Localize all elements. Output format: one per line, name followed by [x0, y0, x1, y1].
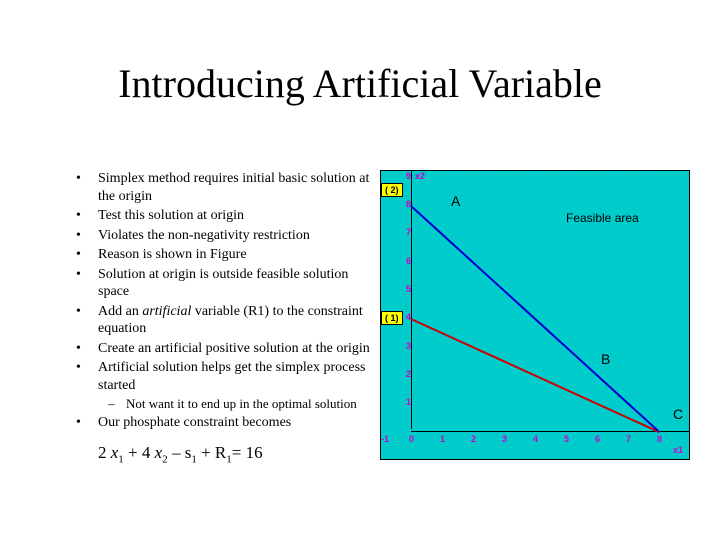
point-B-label: B — [601, 351, 610, 367]
bullet-item: Our phosphate constraint becomes — [70, 414, 370, 432]
x-axis-label: x1 — [673, 445, 683, 455]
bullet-text: Violates the non-negativity restriction — [98, 228, 310, 243]
y-tick: 2 — [401, 369, 411, 379]
point-C-label: C — [673, 406, 683, 422]
eq-part: – s — [168, 443, 192, 462]
bullet-item: Solution at origin is outside feasible s… — [70, 266, 370, 301]
y-tick: 8 — [401, 199, 411, 209]
y-axis — [411, 171, 412, 429]
constraint-line-2 — [410, 205, 659, 432]
feasible-area-label: Feasible area — [566, 211, 639, 225]
bullet-item: Add an artificial variable (R1) to the c… — [70, 303, 370, 338]
bullet-item: Artificial solution helps get the simple… — [70, 359, 370, 412]
bullet-text: Solution at origin is outside feasible s… — [98, 267, 348, 300]
x-tick: 2 — [471, 434, 476, 444]
slide: Introducing Artificial Variable Simplex … — [0, 0, 720, 540]
y-tick: 1 — [401, 397, 411, 407]
bullet-text-emph: artificial — [142, 304, 191, 319]
constraint-1-label: ( 1) — [381, 311, 403, 325]
point-A-label: A — [451, 193, 460, 209]
x-tick: 6 — [595, 434, 600, 444]
bullet-text: Simplex method requires initial basic so… — [98, 171, 369, 204]
y-tick: 3 — [401, 341, 411, 351]
x-tick: 7 — [626, 434, 631, 444]
y-tick: 9 — [401, 171, 411, 181]
bullet-text: Create an artificial positive solution a… — [98, 341, 370, 356]
constraint-2-label: ( 2) — [381, 183, 403, 197]
y-axis-label: x2 — [415, 171, 425, 181]
eq-part: + 4 — [124, 443, 155, 462]
bullet-text: Artificial solution helps get the simple… — [98, 360, 366, 393]
x-axis — [411, 431, 689, 432]
body-row: Simplex method requires initial basic so… — [70, 170, 690, 467]
y-tick: 7 — [401, 227, 411, 237]
x-tick: -1 — [381, 434, 389, 444]
y-tick: 4 — [401, 312, 411, 322]
bullet-item: Create an artificial positive solution a… — [70, 340, 370, 358]
x-tick: 8 — [657, 434, 662, 444]
bullet-text: Reason is shown in Figure — [98, 247, 247, 262]
equation: 2 x1 + 4 x2 – s1 + R1= 16 — [70, 442, 370, 467]
bullet-item: Simplex method requires initial basic so… — [70, 170, 370, 205]
bullet-text: Test this solution at origin — [98, 208, 244, 223]
text-column: Simplex method requires initial basic so… — [70, 170, 370, 467]
slide-title: Introducing Artificial Variable — [0, 60, 720, 107]
bullet-text: Our phosphate constraint becomes — [98, 415, 291, 430]
constraint-line-1 — [411, 318, 660, 433]
bullet-list: Simplex method requires initial basic so… — [70, 170, 370, 432]
sub-bullet-item: Not want it to end up in the optimal sol… — [98, 396, 370, 412]
y-tick: 6 — [401, 256, 411, 266]
x-tick: 3 — [502, 434, 507, 444]
y-tick: 5 — [401, 284, 411, 294]
eq-part: + R — [197, 443, 226, 462]
bullet-item: Test this solution at origin — [70, 207, 370, 225]
bullet-text: Not want it to end up in the optimal sol… — [126, 396, 357, 411]
sub-bullet-list: Not want it to end up in the optimal sol… — [98, 396, 370, 412]
x-tick: 0 — [409, 434, 414, 444]
bullet-item: Violates the non-negativity restriction — [70, 227, 370, 245]
bullet-text: Add an — [98, 304, 142, 319]
x-tick: 4 — [533, 434, 538, 444]
x-tick: 5 — [564, 434, 569, 444]
eq-part: 2 — [98, 443, 111, 462]
bullet-item: Reason is shown in Figure — [70, 246, 370, 264]
x-tick: 1 — [440, 434, 445, 444]
eq-part: = 16 — [232, 443, 263, 462]
chart: 1 2 3 4 5 6 7 8 9 -1 0 1 2 3 4 5 6 7 8 x… — [380, 170, 690, 460]
